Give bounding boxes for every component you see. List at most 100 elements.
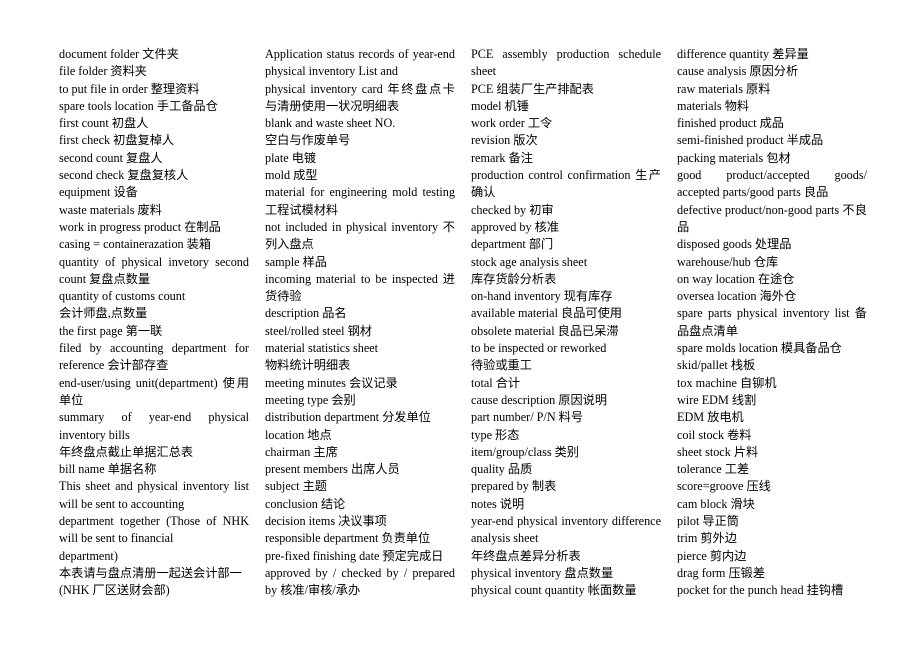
glossary-entry: packing materials 包材 xyxy=(677,150,791,165)
glossary-entry: summary of year-end physical inventory b… xyxy=(59,410,249,442)
glossary-entry: production control confirmation 生产确认 xyxy=(471,168,661,200)
glossary-entry: second check 复盘复核人 xyxy=(59,168,189,183)
glossary-entry: approved by / checked by / prepared by 核… xyxy=(265,565,455,598)
glossary-entry: physical count quantity 帐面数量 xyxy=(471,583,637,598)
glossary-entry: This sheet and physical inventory list w… xyxy=(59,479,249,511)
glossary-column-3: PCE assembly production schedule sheet PC… xyxy=(471,46,661,600)
glossary-entry: sheet stock 片料 xyxy=(677,444,759,459)
glossary-entry: description 品名 xyxy=(265,306,347,321)
glossary-entry: 物料统计明细表 xyxy=(265,358,351,373)
glossary-entry: defective product/non-good parts 不良品 xyxy=(677,202,867,234)
glossary-entry: end-user/using unit(department) 使用单位 xyxy=(59,375,249,407)
glossary-entry: semi-finished product 半成品 xyxy=(677,133,824,148)
glossary-entry: blank and waste sheet NO. xyxy=(265,116,396,131)
glossary-entry: material statistics sheet xyxy=(265,341,379,356)
glossary-entry: PCE assembly production schedule sheet xyxy=(471,47,661,79)
glossary-entry: mold 成型 xyxy=(265,168,318,183)
glossary-entry: spare molds location 模具备品仓 xyxy=(677,341,842,356)
glossary-entry: raw materials 原料 xyxy=(677,81,771,96)
glossary-entry: good product/accepted goods/ accepted pa… xyxy=(677,168,867,200)
glossary-column-4: difference quantity 差异量 cause analysis 原因… xyxy=(677,46,867,600)
glossary-entry: (NHK 厂区送财会部) xyxy=(59,583,170,598)
glossary-entry: first check 初盘复棹人 xyxy=(59,133,175,148)
glossary-entry: skid/pallet 栈板 xyxy=(677,358,756,373)
glossary-entry: trim 剪外边 xyxy=(677,531,737,546)
glossary-entry: file folder 资料夹 xyxy=(59,64,147,79)
glossary-entry: the first page 第一联 xyxy=(59,323,163,338)
glossary-entry: EDM 放电机 xyxy=(677,410,744,425)
glossary-entry: total 合计 xyxy=(471,375,521,390)
glossary-entry: spare parts physical inventory list 备品盘点… xyxy=(677,306,867,338)
glossary-entry: second count 复盘人 xyxy=(59,150,163,165)
glossary-entry: stock age analysis sheet xyxy=(471,254,588,269)
glossary-entry: obsolete material 良品已呆滞 xyxy=(471,323,619,338)
glossary-entry: material for engineering mold testing 工程… xyxy=(265,185,455,217)
glossary-entry: not included in physical inventory 不列入盘点 xyxy=(265,219,455,252)
glossary-entry: work in progress product 在制品 xyxy=(59,219,221,234)
glossary-entry: prepared by 制表 xyxy=(471,479,557,494)
glossary-entry: oversea location 海外仓 xyxy=(677,289,797,304)
glossary-entry: on way location 在途仓 xyxy=(677,271,795,286)
glossary-entry: location 地点 xyxy=(265,427,332,442)
glossary-entry: sample 样品 xyxy=(265,254,327,269)
glossary-entry: checked by 初审 xyxy=(471,202,554,217)
glossary-column-2: Application status records of year-end p… xyxy=(265,46,455,600)
glossary-entry: bill name 单据名称 xyxy=(59,462,157,477)
glossary-entry: pilot 导正筒 xyxy=(677,514,739,529)
glossary-entry: tox machine 自铆机 xyxy=(677,375,777,390)
glossary-entry: decision items 决议事项 xyxy=(265,514,387,529)
glossary-entry: 年终盘点截止单据汇总表 xyxy=(59,444,194,459)
glossary-entry: Application status records of year-end p… xyxy=(265,47,455,79)
glossary-column-1: document folder 文件夹 file folder 资料夹 to put… xyxy=(59,46,249,600)
glossary-entry: wire EDM 线割 xyxy=(677,392,757,407)
glossary-entry: approved by 核准 xyxy=(471,219,560,234)
glossary-entry: subject 主题 xyxy=(265,479,327,494)
glossary-entry: quantity of customs count xyxy=(59,289,186,304)
glossary-entry: present members 出席人员 xyxy=(265,462,400,477)
glossary-entry: available material 良品可使用 xyxy=(471,306,622,321)
glossary-entry: PCE 组装厂生产排配表 xyxy=(471,81,594,96)
glossary-entry: department 部门 xyxy=(471,237,554,252)
glossary-entry: pocket for the punch head 挂钩槽 xyxy=(677,583,844,598)
glossary-entry: cam block 滑块 xyxy=(677,496,755,511)
glossary-entry: quantity of physical invetory second cou… xyxy=(59,254,249,286)
glossary-entry: coil stock 卷料 xyxy=(677,427,752,442)
glossary-entry: steel/rolled steel 钢材 xyxy=(265,323,372,338)
glossary-entry: materials 物料 xyxy=(677,98,750,113)
glossary-entry: first count 初盘人 xyxy=(59,116,149,131)
glossary-entry: responsible department 负责单位 xyxy=(265,531,431,546)
glossary-entry: pierce 剪内边 xyxy=(677,548,747,563)
glossary-entry: incoming material to be inspected 进货待验 xyxy=(265,271,455,304)
glossary-entry: remark 备注 xyxy=(471,150,533,165)
glossary-entry: model 机锤 xyxy=(471,98,529,113)
glossary-entry: quality 品质 xyxy=(471,462,533,477)
glossary-entry: finished product 成品 xyxy=(677,116,784,131)
glossary-entry: part number/ P/N 料号 xyxy=(471,410,584,425)
glossary-entry: document folder 文件夹 xyxy=(59,47,179,61)
glossary-entry: 本表请与盘点清册一起送会计部一 xyxy=(59,565,242,580)
glossary-entry: plate 电镀 xyxy=(265,150,317,165)
glossary-entry: meeting minutes 会议记录 xyxy=(265,375,398,390)
glossary-entry: waste materials 废料 xyxy=(59,202,162,217)
glossary-entry: notes 说明 xyxy=(471,496,525,511)
glossary-entry: 会计师盘,点数量 xyxy=(59,306,148,321)
glossary-columns: document folder 文件夹 file folder 资料夹 to put… xyxy=(59,46,867,600)
glossary-entry: item/group/class 类别 xyxy=(471,444,579,459)
glossary-entry: score=groove 压线 xyxy=(677,479,771,494)
glossary-entry: pre-fixed finishing date 预定完成日 xyxy=(265,548,444,563)
glossary-entry: cause analysis 原因分析 xyxy=(677,64,799,79)
glossary-entry: type 形态 xyxy=(471,427,520,442)
glossary-entry: 待验或重工 xyxy=(471,358,532,373)
glossary-entry: casing = containerazation 装箱 xyxy=(59,237,212,252)
glossary-entry: year-end physical inventory difference a… xyxy=(471,514,661,546)
glossary-entry: distribution department 分发单位 xyxy=(265,410,431,425)
glossary-entry: 空白与作废单号 xyxy=(265,133,351,148)
glossary-entry: on-hand inventory 现有库存 xyxy=(471,289,613,304)
glossary-entry: to put file in order 整理资料 xyxy=(59,81,200,96)
glossary-entry: disposed goods 处理品 xyxy=(677,237,792,252)
glossary-entry: 年终盘点差异分析表 xyxy=(471,548,581,563)
glossary-entry: revision 版次 xyxy=(471,133,538,148)
glossary-entry: department) xyxy=(59,548,118,563)
glossary-entry: to be inspected or reworked xyxy=(471,341,607,356)
glossary-entry: meeting type 会别 xyxy=(265,392,356,407)
